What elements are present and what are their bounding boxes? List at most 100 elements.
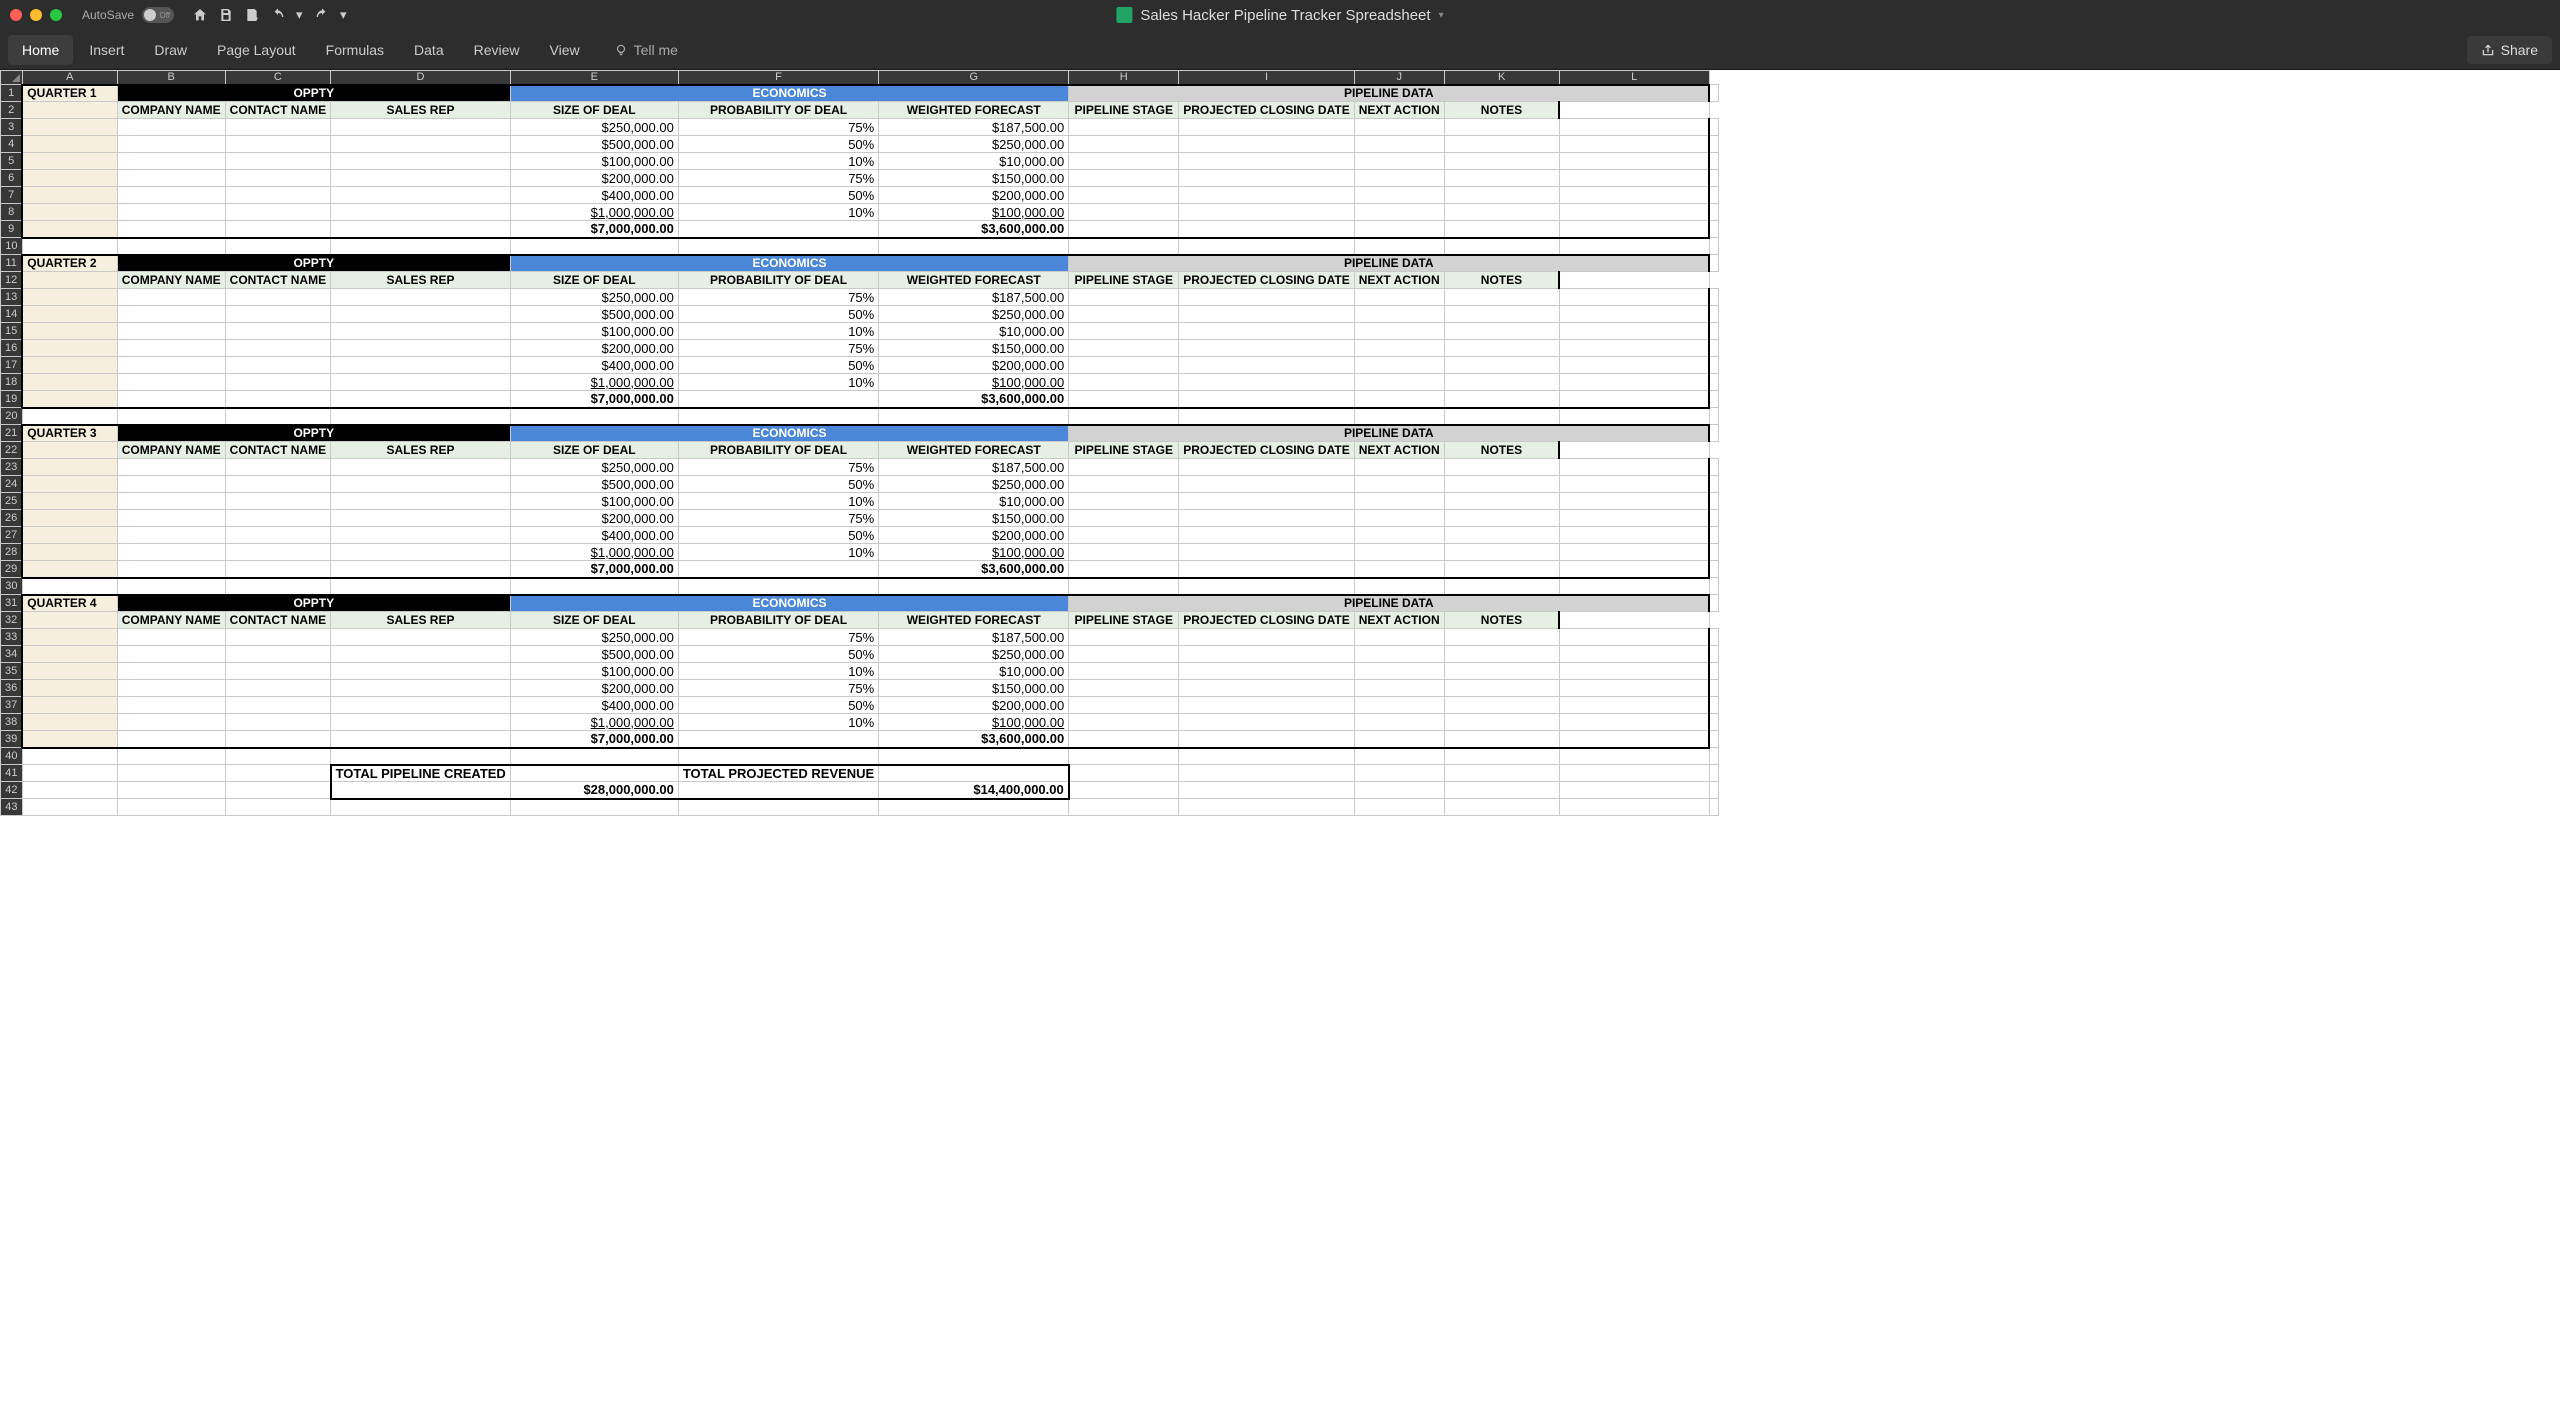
cell[interactable] <box>1444 204 1559 221</box>
cell[interactable] <box>117 374 225 391</box>
cell[interactable] <box>1559 510 1709 527</box>
cell[interactable] <box>331 153 511 170</box>
row-header-42[interactable]: 42 <box>1 782 23 799</box>
cell[interactable] <box>22 323 117 340</box>
column-header-K[interactable]: K <box>1444 71 1559 85</box>
cell[interactable] <box>1709 561 1719 578</box>
row-header-22[interactable]: 22 <box>1 442 23 459</box>
cell[interactable]: $100,000.00 <box>879 204 1069 221</box>
cell[interactable] <box>1354 663 1444 680</box>
cell[interactable]: $3,600,000.00 <box>879 561 1069 578</box>
cell[interactable]: 75% <box>678 340 878 357</box>
cell[interactable] <box>331 391 511 408</box>
row-header-33[interactable]: 33 <box>1 629 23 646</box>
cell[interactable] <box>1709 680 1719 697</box>
cell[interactable] <box>1354 221 1444 238</box>
cell[interactable] <box>1559 561 1709 578</box>
cell[interactable] <box>1709 578 1719 595</box>
cell[interactable] <box>1354 170 1444 187</box>
cell[interactable] <box>331 459 511 476</box>
row-header-18[interactable]: 18 <box>1 374 23 391</box>
cell[interactable] <box>1179 408 1354 425</box>
cell[interactable] <box>22 510 117 527</box>
cell[interactable] <box>1559 136 1709 153</box>
row-header-26[interactable]: 26 <box>1 510 23 527</box>
cell[interactable] <box>22 527 117 544</box>
cell[interactable] <box>1354 408 1444 425</box>
cell[interactable] <box>117 714 225 731</box>
cell[interactable] <box>1709 527 1719 544</box>
undo-icon[interactable] <box>270 7 286 23</box>
cell[interactable] <box>22 646 117 663</box>
cell[interactable] <box>1069 799 1179 816</box>
cell[interactable] <box>22 187 117 204</box>
cell[interactable]: OPPTY <box>117 595 510 612</box>
cell[interactable] <box>1179 374 1354 391</box>
cell[interactable] <box>331 306 511 323</box>
row-header-27[interactable]: 27 <box>1 527 23 544</box>
row-header-21[interactable]: 21 <box>1 425 23 442</box>
cell[interactable]: ECONOMICS <box>510 255 1068 272</box>
cell[interactable] <box>1179 238 1354 255</box>
cell[interactable] <box>22 765 117 782</box>
cell[interactable] <box>22 357 117 374</box>
cell[interactable] <box>1354 306 1444 323</box>
row-header-35[interactable]: 35 <box>1 663 23 680</box>
cell[interactable] <box>225 782 330 799</box>
cell[interactable] <box>1179 476 1354 493</box>
cell[interactable] <box>1444 187 1559 204</box>
cell[interactable] <box>1444 408 1559 425</box>
cell[interactable]: 75% <box>678 289 878 306</box>
cell[interactable]: WEIGHTED FORECAST <box>879 272 1069 289</box>
cell[interactable]: $100,000.00 <box>879 374 1069 391</box>
cell[interactable]: $400,000.00 <box>510 527 678 544</box>
cell[interactable] <box>1709 748 1719 765</box>
cell[interactable] <box>1709 425 1719 442</box>
cell[interactable] <box>1354 374 1444 391</box>
cell[interactable] <box>225 578 330 595</box>
cell[interactable] <box>1179 629 1354 646</box>
cell[interactable] <box>1709 289 1719 306</box>
cell[interactable] <box>1354 391 1444 408</box>
cell[interactable] <box>1709 187 1719 204</box>
cell[interactable] <box>1559 272 1709 289</box>
row-header-16[interactable]: 16 <box>1 340 23 357</box>
row-header-5[interactable]: 5 <box>1 153 23 170</box>
row-header-19[interactable]: 19 <box>1 391 23 408</box>
cell[interactable] <box>1444 680 1559 697</box>
cell[interactable] <box>225 170 330 187</box>
cell[interactable]: $100,000.00 <box>510 663 678 680</box>
cell[interactable] <box>225 306 330 323</box>
cell[interactable] <box>1709 544 1719 561</box>
cell[interactable]: COMPANY NAME <box>117 612 225 629</box>
cell[interactable]: $200,000.00 <box>879 357 1069 374</box>
cell[interactable] <box>1354 187 1444 204</box>
cell[interactable]: 10% <box>678 204 878 221</box>
cell[interactable]: $10,000.00 <box>879 663 1069 680</box>
cell[interactable] <box>225 289 330 306</box>
cell[interactable]: $1,000,000.00 <box>510 714 678 731</box>
cell[interactable] <box>22 204 117 221</box>
cell[interactable] <box>1559 187 1709 204</box>
cell[interactable]: PIPELINE STAGE <box>1069 102 1179 119</box>
cell[interactable] <box>117 493 225 510</box>
cell[interactable]: PROBABILITY OF DEAL <box>678 272 878 289</box>
cell[interactable]: PIPELINE STAGE <box>1069 442 1179 459</box>
cell[interactable] <box>1444 646 1559 663</box>
cell[interactable]: 50% <box>678 697 878 714</box>
cell[interactable] <box>1179 187 1354 204</box>
cell[interactable] <box>678 238 878 255</box>
cell[interactable]: WEIGHTED FORECAST <box>879 442 1069 459</box>
cell[interactable] <box>117 697 225 714</box>
cell[interactable] <box>117 680 225 697</box>
cell[interactable] <box>1559 204 1709 221</box>
cell[interactable]: $250,000.00 <box>510 629 678 646</box>
cell[interactable]: $3,600,000.00 <box>879 731 1069 748</box>
cell[interactable] <box>1709 493 1719 510</box>
cell[interactable] <box>1069 238 1179 255</box>
cell[interactable]: PIPELINE DATA <box>1069 425 1709 442</box>
cell[interactable]: PIPELINE DATA <box>1069 255 1709 272</box>
tab-formulas[interactable]: Formulas <box>312 35 398 65</box>
cell[interactable] <box>331 476 511 493</box>
cell[interactable] <box>1179 323 1354 340</box>
